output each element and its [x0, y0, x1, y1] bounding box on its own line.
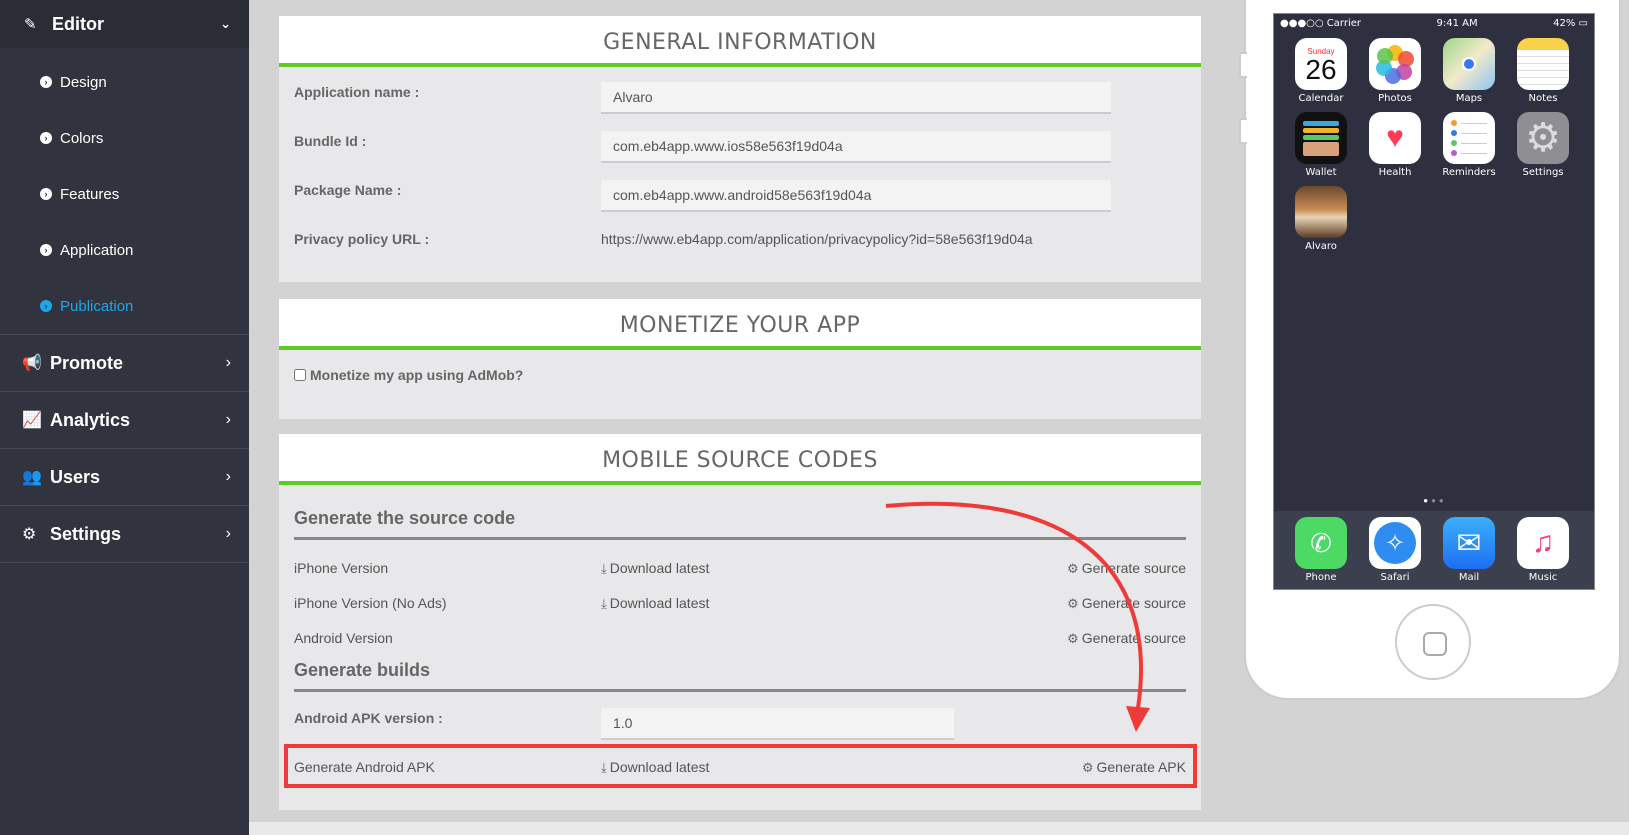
app-reminders[interactable]: Reminders: [1432, 112, 1506, 178]
maps-icon: [1443, 38, 1495, 90]
app-grid: Sunday 26 Calendar Photos Maps Notes Wal…: [1284, 38, 1584, 252]
phone-icon: ✆: [1295, 517, 1347, 569]
photos-icon: [1369, 38, 1421, 90]
reminders-icon: [1443, 112, 1495, 164]
app-safari[interactable]: ✧ Safari: [1358, 517, 1432, 589]
app-mail[interactable]: ✉ Mail: [1432, 517, 1506, 589]
app-maps[interactable]: Maps: [1432, 38, 1506, 104]
app-calendar[interactable]: Sunday 26 Calendar: [1284, 38, 1358, 104]
app-settings[interactable]: ⚙ Settings: [1506, 112, 1580, 178]
bottom-bar: [249, 822, 1629, 835]
app-photo-icon: [1295, 186, 1347, 238]
home-button[interactable]: [1395, 604, 1471, 680]
dock: ✆ Phone ✧ Safari ✉ Mail ♫ Music: [1274, 511, 1594, 589]
wallet-icon: [1295, 112, 1347, 164]
clock: 9:41 AM: [1436, 17, 1478, 29]
phone-side-button: [1239, 118, 1247, 144]
app-photos[interactable]: Photos: [1358, 38, 1432, 104]
carrier-label: ●●●○○ Carrier: [1280, 17, 1362, 29]
status-bar: ●●●○○ Carrier 9:41 AM 42% ▭: [1274, 14, 1594, 32]
phone-side-button: [1239, 52, 1247, 78]
calendar-icon: Sunday 26: [1295, 38, 1347, 90]
music-note-icon: ♫: [1517, 517, 1569, 569]
app-alvaro[interactable]: Alvaro: [1284, 186, 1358, 252]
app-health[interactable]: ♥ Health: [1358, 112, 1432, 178]
page-dots: ●●●: [1423, 496, 1447, 505]
envelope-icon: ✉: [1443, 517, 1495, 569]
app-music[interactable]: ♫ Music: [1506, 517, 1580, 589]
app-wallet[interactable]: Wallet: [1284, 112, 1358, 178]
phone-screen: ●●●○○ Carrier 9:41 AM 42% ▭ Sunday 26 Ca…: [1273, 13, 1595, 590]
notes-icon: [1517, 38, 1569, 90]
app-notes[interactable]: Notes: [1506, 38, 1580, 104]
compass-icon: ✧: [1369, 517, 1421, 569]
gear-icon: ⚙: [1517, 112, 1569, 164]
app-phone[interactable]: ✆ Phone: [1284, 517, 1358, 589]
heart-icon: ♥: [1369, 112, 1421, 164]
battery-indicator: 42% ▭: [1553, 17, 1588, 29]
